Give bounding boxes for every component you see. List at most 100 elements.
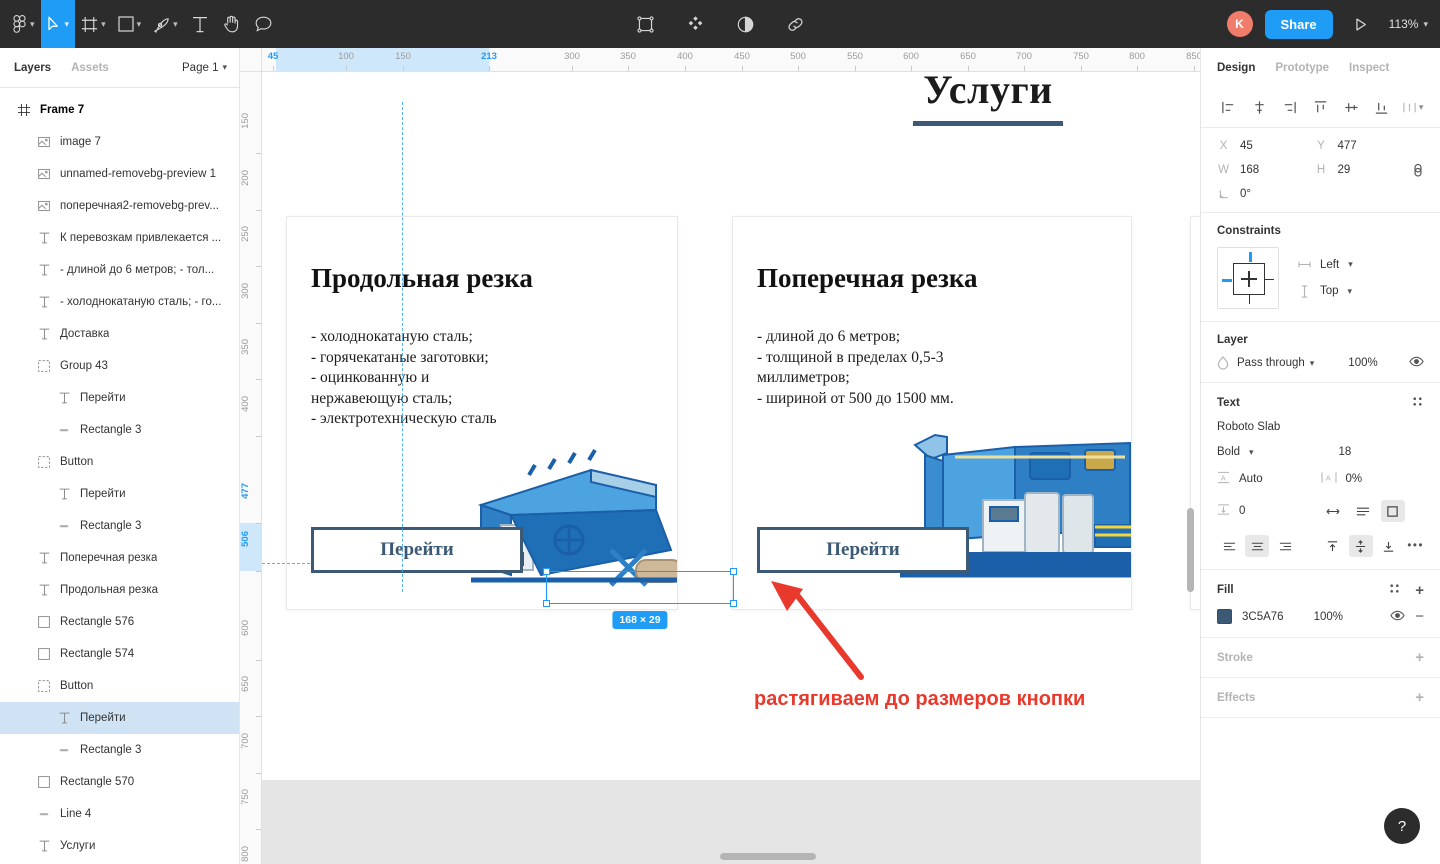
distribute-icon[interactable]: ▾ (1397, 94, 1428, 122)
layer-row[interactable]: Line 4 (0, 798, 239, 830)
text-valign-middle-icon[interactable] (1348, 535, 1373, 557)
line-height-field[interactable]: A Auto (1217, 471, 1321, 487)
lock-aspect-ratio-icon[interactable] (1412, 140, 1424, 183)
constraint-arm-right[interactable] (1264, 278, 1274, 280)
rotation-field[interactable]: 0° (1217, 188, 1315, 200)
layer-row[interactable]: Rectangle 574 (0, 638, 239, 670)
zoom-level-control[interactable]: 113% ▾ (1389, 17, 1428, 31)
resize-handle-bottom-left[interactable] (543, 600, 550, 607)
constraints-widget[interactable] (1217, 247, 1279, 309)
font-size-field[interactable]: 18 (1321, 446, 1425, 458)
layer-row[interactable]: - холоднокатаную сталь; - го... (0, 286, 239, 318)
text-align-center-icon[interactable] (1245, 535, 1269, 557)
link-icon-button[interactable] (779, 0, 811, 48)
layer-opacity-value[interactable]: 100% (1348, 357, 1377, 369)
constraint-arm-top[interactable] (1248, 252, 1252, 262)
card-cta-button-2[interactable]: Перейти (757, 527, 969, 573)
align-horizontal-center-icon[interactable] (1244, 94, 1275, 122)
layer-row[interactable]: Rectangle 576 (0, 606, 239, 638)
layer-row[interactable]: Продольная резка (0, 574, 239, 606)
plugins-icon-button[interactable] (679, 0, 711, 48)
tab-design[interactable]: Design (1217, 62, 1255, 74)
align-vertical-center-icon[interactable] (1336, 94, 1367, 122)
comment-tool-button[interactable] (248, 0, 280, 48)
text-tool-button[interactable] (184, 0, 216, 48)
constraint-arm-bottom[interactable] (1248, 294, 1250, 304)
y-position-field[interactable]: Y 477 (1315, 140, 1413, 152)
component-icon-button[interactable] (629, 0, 661, 48)
layer-row[interactable]: Rectangle 3 (0, 734, 239, 766)
layer-row[interactable]: Доставка (0, 318, 239, 350)
font-family-field[interactable]: Roboto Slab (1217, 421, 1424, 433)
service-card-2[interactable]: Поперечная резка - длиной до 6 метров; -… (732, 216, 1132, 610)
tab-prototype[interactable]: Prototype (1275, 62, 1329, 74)
layer-row[interactable]: Перейти (0, 478, 239, 510)
constraint-arm-left[interactable] (1222, 278, 1232, 282)
help-button[interactable]: ? (1384, 808, 1420, 844)
add-effect-button[interactable]: + (1415, 690, 1424, 705)
frame-tool-button[interactable]: ▾ (75, 0, 112, 48)
layer-row[interactable]: Rectangle 3 (0, 414, 239, 446)
selection-bounding-box[interactable]: 168 × 29 (543, 568, 737, 629)
text-align-left-icon[interactable] (1217, 535, 1241, 557)
horizontal-scrollbar[interactable] (720, 853, 816, 860)
move-tool-button[interactable]: ▾ (40, 0, 76, 48)
fill-visibility-toggle-icon[interactable] (1390, 610, 1405, 624)
layer-row[interactable]: Услуги (0, 830, 239, 862)
layer-row[interactable]: К перевозкам привлекается ... (0, 222, 239, 254)
font-weight-field[interactable]: Bold ▾ (1217, 446, 1321, 458)
layer-row[interactable]: Group 43 (0, 350, 239, 382)
resize-handle-bottom-right[interactable] (730, 600, 737, 607)
vertical-constraint-select[interactable]: Top ▾ (1297, 284, 1353, 298)
align-left-icon[interactable] (1213, 94, 1244, 122)
page-selector[interactable]: Page 1 ▾ (182, 62, 227, 74)
share-button[interactable]: Share (1264, 9, 1333, 39)
align-right-icon[interactable] (1274, 94, 1305, 122)
fill-color-swatch[interactable] (1217, 609, 1232, 624)
layer-visibility-toggle-icon[interactable] (1409, 356, 1424, 370)
text-valign-top-icon[interactable] (1321, 535, 1345, 557)
layer-row[interactable]: Поперечная резка (0, 542, 239, 574)
layer-row[interactable]: Перейти (0, 382, 239, 414)
add-stroke-button[interactable]: + (1415, 650, 1424, 665)
tab-layers[interactable]: Layers (14, 62, 51, 74)
layer-row[interactable]: Перейти (0, 702, 239, 734)
fill-style-options-icon[interactable] (1388, 582, 1401, 598)
layer-row[interactable]: unnamed-removebg-preview 1 (0, 158, 239, 190)
letter-spacing-field[interactable]: A 0% (1321, 471, 1425, 487)
service-card-1[interactable]: Продольная резка - холоднокатаную сталь;… (286, 216, 678, 610)
text-resize-fixed-icon[interactable] (1380, 500, 1405, 522)
tab-inspect[interactable]: Inspect (1349, 62, 1389, 74)
layer-row[interactable]: поперечная2-removebg-prev... (0, 190, 239, 222)
layer-row[interactable]: Rectangle 570 (0, 766, 239, 798)
text-resize-auto-width-icon[interactable] (1321, 500, 1345, 522)
height-field[interactable]: H 29 (1315, 164, 1413, 176)
hand-tool-button[interactable] (216, 0, 248, 48)
text-resize-auto-height-icon[interactable] (1351, 500, 1375, 522)
layer-row[interactable]: - длиной до 6 метров; - тол... (0, 254, 239, 286)
present-button[interactable] (1345, 0, 1377, 48)
layer-row[interactable]: Button (0, 446, 239, 478)
text-align-right-icon[interactable] (1273, 535, 1297, 557)
layer-row[interactable]: Rectangle 3 (0, 510, 239, 542)
avatar[interactable]: K (1226, 11, 1253, 37)
resize-handle-top-left[interactable] (543, 568, 550, 575)
fill-opacity-value[interactable]: 100% (1314, 611, 1343, 623)
mask-icon-button[interactable] (729, 0, 761, 48)
remove-fill-button[interactable]: − (1415, 608, 1424, 625)
card-cta-button-1[interactable]: Перейти (311, 527, 523, 573)
add-fill-button[interactable]: + (1415, 583, 1424, 598)
layer-row[interactable]: Frame 7 (0, 94, 239, 126)
shape-tool-button[interactable]: ▾ (112, 0, 148, 48)
text-more-options-icon[interactable]: ••• (1407, 540, 1424, 552)
x-position-field[interactable]: X 45 (1217, 140, 1315, 152)
fill-color-hex[interactable]: 3C5A76 (1242, 611, 1284, 623)
layer-row[interactable]: image 7 (0, 126, 239, 158)
blend-mode-value[interactable]: Pass through (1237, 357, 1305, 369)
canvas[interactable]: 45 100 150 213 300 350 400 450 500 550 600 650 700 75… (240, 48, 1200, 864)
text-style-options-icon[interactable] (1411, 395, 1424, 411)
text-valign-bottom-icon[interactable] (1377, 535, 1401, 557)
tab-assets[interactable]: Assets (71, 62, 109, 74)
horizontal-constraint-select[interactable]: Left ▾ (1297, 259, 1353, 271)
resize-handle-top-right[interactable] (730, 568, 737, 575)
